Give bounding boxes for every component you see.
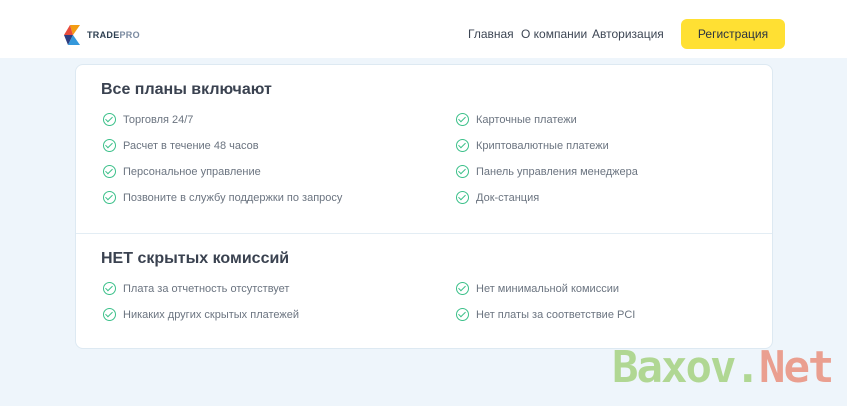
feature-item: Расчет в течение 48 часов	[103, 139, 259, 152]
check-icon	[456, 282, 469, 295]
nav-login[interactable]: Авторизация	[592, 27, 664, 41]
feature-item: Док-станция	[456, 191, 539, 204]
logo[interactable]: TRADEPRO	[62, 22, 140, 48]
feature-item: Торговля 24/7	[103, 113, 193, 126]
feature-item: Никаких других скрытых платежей	[103, 308, 299, 321]
feature-item: Позвоните в службу поддержки по запросу	[103, 191, 342, 204]
feature-item: Карточные платежи	[456, 113, 577, 126]
check-icon	[103, 113, 116, 126]
logo-text: TRADEPRO	[87, 30, 140, 40]
nav-home[interactable]: Главная	[468, 27, 514, 41]
check-icon	[103, 282, 116, 295]
section-divider	[76, 233, 772, 234]
section-title-fees: НЕТ скрытых комиссий	[101, 250, 290, 267]
section-title-plans: Все планы включают	[101, 81, 272, 98]
feature-item: Нет минимальной комиссии	[456, 282, 619, 295]
nav-about[interactable]: О компании	[521, 27, 587, 41]
feature-item: Криптовалютные платежи	[456, 139, 609, 152]
plans-card: Все планы включают Торговля 24/7 Расчет …	[75, 64, 773, 349]
check-icon	[456, 191, 469, 204]
watermark: Baxov.Net	[612, 342, 834, 393]
check-icon	[103, 308, 116, 321]
check-icon	[103, 139, 116, 152]
register-button[interactable]: Регистрация	[681, 19, 785, 49]
check-icon	[456, 165, 469, 178]
logo-mark-icon	[64, 25, 80, 45]
check-icon	[103, 165, 116, 178]
check-icon	[456, 139, 469, 152]
check-icon	[456, 113, 469, 126]
feature-item: Панель управления менеджера	[456, 165, 638, 178]
check-icon	[103, 191, 116, 204]
feature-item: Плата за отчетность отсутствует	[103, 282, 289, 295]
site-header: TRADEPRO Главная О компании Авторизация …	[0, 0, 847, 58]
check-icon	[456, 308, 469, 321]
feature-item: Нет платы за соответствие PCI	[456, 308, 635, 321]
feature-item: Персональное управление	[103, 165, 261, 178]
